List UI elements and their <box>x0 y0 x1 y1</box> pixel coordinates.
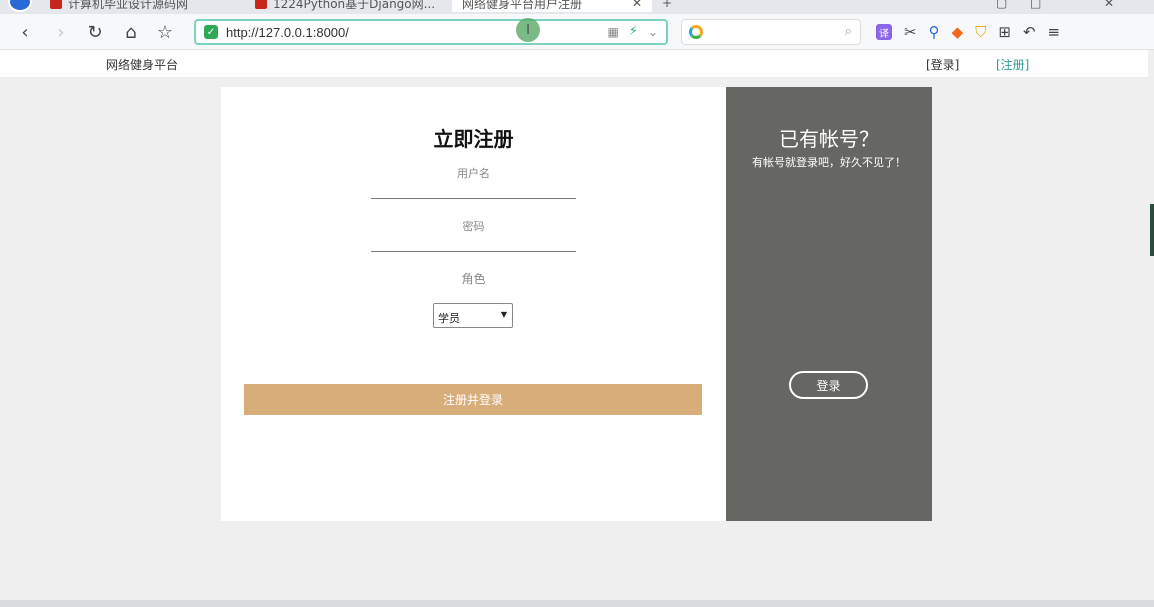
role-selected-value: 学员 <box>438 312 460 325</box>
tab-label: 计算机毕业设计源码网 <box>68 0 189 11</box>
address-url[interactable]: http://127.0.0.1:8000/ <box>226 25 349 40</box>
window-pin-icon[interactable]: ▢ <box>996 0 1007 10</box>
site-title[interactable]: 网络健身平台 <box>106 56 178 73</box>
tab-favicon-icon <box>255 0 267 9</box>
speed-bolt-icon[interactable]: ⚡ <box>629 24 638 39</box>
tab-1[interactable]: 计算机毕业设计源码网 <box>50 0 188 12</box>
scissors-icon[interactable]: ✂ <box>904 23 917 41</box>
site-navbar: 网络健身平台 [登录] [注册] <box>0 50 1148 78</box>
tab-close-icon[interactable]: ✕ <box>632 0 642 10</box>
password-field[interactable]: 密码 <box>371 218 576 234</box>
username-underline <box>371 198 576 199</box>
tab-label: 网络健身平台用户注册 <box>462 0 583 11</box>
side-login-button[interactable]: 登录 <box>789 371 868 399</box>
grid-apps-icon[interactable]: ⊞ <box>998 23 1011 41</box>
tab-favicon-icon <box>50 0 62 9</box>
role-select[interactable]: 学员 ▼ <box>433 303 513 328</box>
magnifier-tool-icon[interactable]: ⚲ <box>929 23 940 41</box>
scroll-edge-marker <box>1150 204 1154 256</box>
address-bar[interactable]: ✓ http://127.0.0.1:8000/ ▦ ⚡ ⌄ <box>194 19 668 45</box>
reload-icon[interactable]: ↻ <box>84 21 106 43</box>
search-engine-icon[interactable] <box>689 25 703 39</box>
browser-logo-icon[interactable] <box>8 0 32 12</box>
nav-register-link[interactable]: [注册] <box>996 56 1029 73</box>
tab-3-active[interactable]: 网络健身平台用户注册 ✕ <box>452 0 652 12</box>
side-subtitle: 有帐号就登录吧，好久不见了！ <box>752 156 906 169</box>
login-side-panel: 已有帐号？ 有帐号就登录吧，好久不见了！ 登录 <box>726 87 932 521</box>
menu-icon[interactable]: ≡ <box>1048 23 1061 41</box>
qr-code-icon[interactable]: ▦ <box>607 25 618 39</box>
secure-shield-icon: ✓ <box>204 25 218 39</box>
search-icon[interactable]: ⌕ <box>845 24 852 39</box>
search-box[interactable]: ⌕ <box>681 19 861 45</box>
shield-icon[interactable]: ⛉ <box>975 23 986 41</box>
register-submit-button[interactable]: 注册并登录 <box>244 384 702 415</box>
game-icon[interactable]: ◆ <box>952 23 964 41</box>
back-icon[interactable]: ‹ <box>14 21 36 43</box>
forward-icon[interactable]: › <box>50 21 72 43</box>
chevron-down-icon[interactable]: ⌄ <box>648 25 658 39</box>
nav-login-link[interactable]: [登录] <box>926 56 959 73</box>
new-tab-icon[interactable]: + <box>662 0 672 10</box>
form-heading: 立即注册 <box>433 127 514 151</box>
dropdown-arrow-icon: ▼ <box>500 310 507 319</box>
toolbar-extension-icons: 译 ✂ ⚲ ◆ ⛉ ⊞ ↶ ≡ <box>876 23 1060 41</box>
window-close-icon[interactable]: ✕ <box>1104 0 1114 10</box>
browser-tab-strip: 计算机毕业设计源码网 1224Python基于Django网... 网络健身平台… <box>0 0 1154 14</box>
role-label: 角色 <box>461 272 486 286</box>
password-underline <box>371 251 576 252</box>
register-form: 立即注册 用户名 密码 角色 学员 ▼ 注册并登录 <box>221 87 726 521</box>
translate-icon[interactable]: 译 <box>876 24 892 40</box>
side-heading: 已有帐号？ <box>779 127 879 151</box>
taskbar-strip <box>0 600 1154 607</box>
mouse-cursor-indicator: I <box>516 18 540 42</box>
undo-icon[interactable]: ↶ <box>1023 23 1036 41</box>
tab-2[interactable]: 1224Python基于Django网... <box>255 0 435 12</box>
tab-label: 1224Python基于Django网... <box>273 0 436 11</box>
home-icon[interactable]: ⌂ <box>120 21 142 43</box>
browser-toolbar: ‹ › ↻ ⌂ ☆ ✓ http://127.0.0.1:8000/ ▦ ⚡ ⌄… <box>0 14 1154 50</box>
bookmark-star-icon[interactable]: ☆ <box>154 21 176 43</box>
register-card: 立即注册 用户名 密码 角色 学员 ▼ 注册并登录 已有帐号？ 有帐号就登录吧，… <box>221 87 932 521</box>
window-restore-icon[interactable]: □ <box>1030 0 1041 10</box>
username-field[interactable]: 用户名 <box>371 165 576 181</box>
